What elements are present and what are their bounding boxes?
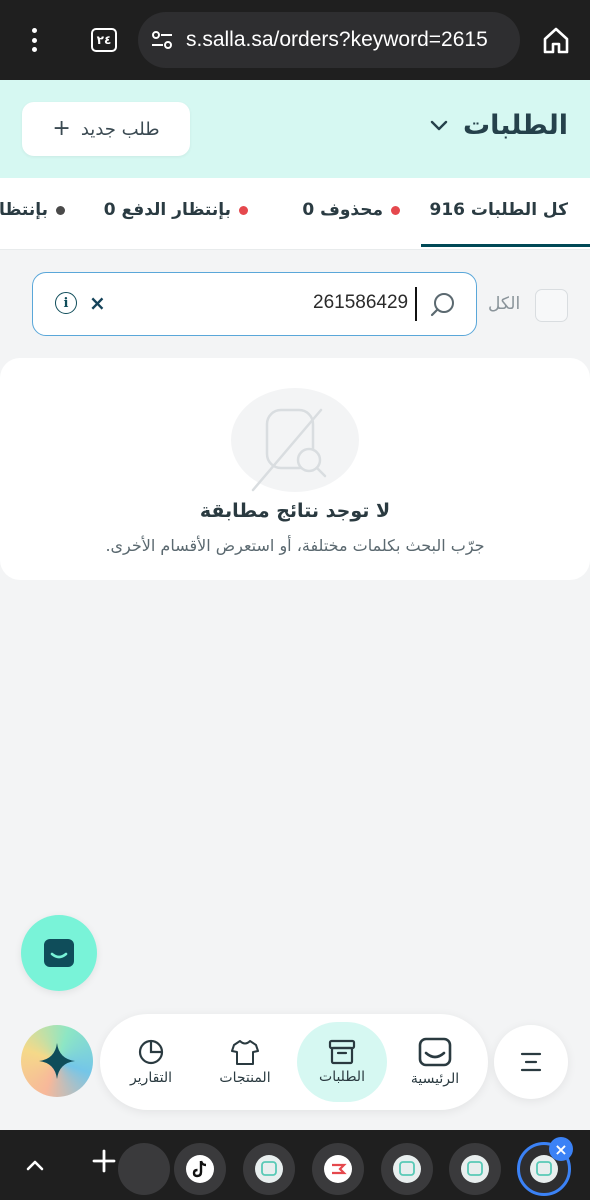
- status-dot: [56, 205, 65, 215]
- search-input[interactable]: i × 261586429: [32, 272, 477, 336]
- hamburger-icon: [520, 1052, 542, 1072]
- salla-icon: [461, 1155, 489, 1183]
- new-order-label: طلب جديد: [80, 118, 160, 140]
- salla-icon: [393, 1155, 421, 1183]
- store-icon: [418, 1037, 452, 1067]
- shirt-icon: [231, 1040, 259, 1065]
- text-caret: [415, 287, 417, 321]
- salla-icon: [255, 1155, 283, 1183]
- empty-results-card: لا توجد نتائج مطابقة جرّب البحث بكلمات م…: [0, 358, 590, 580]
- no-results-illustration-icon: [231, 388, 359, 492]
- tab-awaiting-payment[interactable]: بإنتظار الدفع 0: [104, 200, 248, 220]
- tab-awaiting[interactable]: بإنتظار: [0, 200, 65, 220]
- empty-state-subtitle: جرّب البحث بكلمات مختلفة، أو استعرض الأق…: [105, 536, 485, 555]
- chevron-up-icon: [26, 1160, 44, 1171]
- plus-icon: [92, 1149, 116, 1173]
- new-tab-button[interactable]: [91, 1148, 117, 1180]
- tab-label: محذوف 0: [302, 200, 383, 220]
- menu-button[interactable]: [494, 1025, 568, 1099]
- box-icon: [328, 1039, 356, 1065]
- ai-assistant-button[interactable]: [21, 1025, 93, 1097]
- nav-item-orders[interactable]: الطلبات: [297, 1022, 387, 1102]
- select-all-label: الكل: [488, 294, 521, 314]
- tab-switcher-button[interactable]: ٢٤: [91, 28, 117, 52]
- status-dot: [239, 205, 248, 215]
- tab-thumbnail-salla[interactable]: [381, 1143, 433, 1195]
- nav-item-home[interactable]: الرئيسية: [390, 1022, 480, 1102]
- new-order-button[interactable]: طلب جديد +: [22, 102, 190, 156]
- nav-label: التقارير: [129, 1070, 173, 1086]
- status-tabs: كل الطلبات 916 محذوف 0 بإنتظار الدفع 0 ب…: [0, 178, 590, 250]
- nav-item-reports[interactable]: التقارير: [106, 1022, 196, 1102]
- tab-thumbnail-salla[interactable]: [449, 1143, 501, 1195]
- status-dot: [391, 205, 400, 215]
- empty-state-title: لا توجد نتائج مطابقة: [199, 500, 391, 522]
- tiktok-icon: [186, 1155, 214, 1183]
- tab-label: بإنتظار: [0, 200, 48, 220]
- address-bar[interactable]: s.salla.sa/orders?keyword=2615: [138, 12, 520, 68]
- tab-thumbnail-salla[interactable]: [243, 1143, 295, 1195]
- search-value: 261586429: [313, 292, 409, 313]
- tab-label: بإنتظار الدفع 0: [103, 200, 231, 220]
- chat-icon: [44, 939, 74, 967]
- clear-search-icon[interactable]: ×: [89, 291, 106, 315]
- home-icon: [543, 27, 569, 54]
- page-header: طلب جديد + الطلبات: [0, 80, 590, 178]
- tab-thumbnail-partial[interactable]: [118, 1143, 170, 1195]
- browser-menu-icon[interactable]: [22, 22, 46, 58]
- sparkle-icon: [39, 1043, 75, 1079]
- page-title-dropdown[interactable]: الطلبات: [429, 110, 568, 141]
- nav-label: المنتجات: [219, 1070, 271, 1086]
- tab-thumbnail-tiktok[interactable]: [174, 1143, 226, 1195]
- info-icon[interactable]: i: [55, 292, 77, 314]
- nav-label: الطلبات: [319, 1069, 365, 1085]
- pie-chart-icon: [138, 1039, 164, 1065]
- browser-toolbar: ٢٤ s.salla.sa/orders?keyword=2615: [0, 0, 590, 80]
- tab-all-orders[interactable]: كل الطلبات 916: [429, 200, 568, 220]
- search-icon: [430, 293, 454, 317]
- browser-tab-strip: [0, 1130, 590, 1200]
- site-settings-icon[interactable]: [148, 26, 176, 54]
- bottom-navigation: الرئيسية الطلبات المنتجات التقارير: [100, 1014, 488, 1110]
- active-tab-indicator: [421, 244, 590, 247]
- nav-item-products[interactable]: المنتجات: [200, 1022, 290, 1102]
- tab-deleted[interactable]: محذوف 0: [302, 200, 400, 220]
- delivery-icon: [324, 1155, 352, 1183]
- close-tab-icon[interactable]: ×: [549, 1137, 573, 1161]
- chevron-down-icon: [430, 120, 448, 130]
- page-title: الطلبات: [462, 110, 568, 141]
- url-text: s.salla.sa/orders?keyword=2615: [186, 28, 488, 51]
- tab-label: كل الطلبات 916: [429, 200, 568, 220]
- expand-tabs-button[interactable]: [24, 1152, 46, 1182]
- home-button[interactable]: [540, 24, 572, 60]
- tab-thumbnail-delivery[interactable]: [312, 1143, 364, 1195]
- nav-label: الرئيسية: [410, 1071, 460, 1087]
- select-all-checkbox[interactable]: [535, 289, 568, 322]
- plus-icon: +: [52, 116, 71, 141]
- support-chat-button[interactable]: [21, 915, 97, 991]
